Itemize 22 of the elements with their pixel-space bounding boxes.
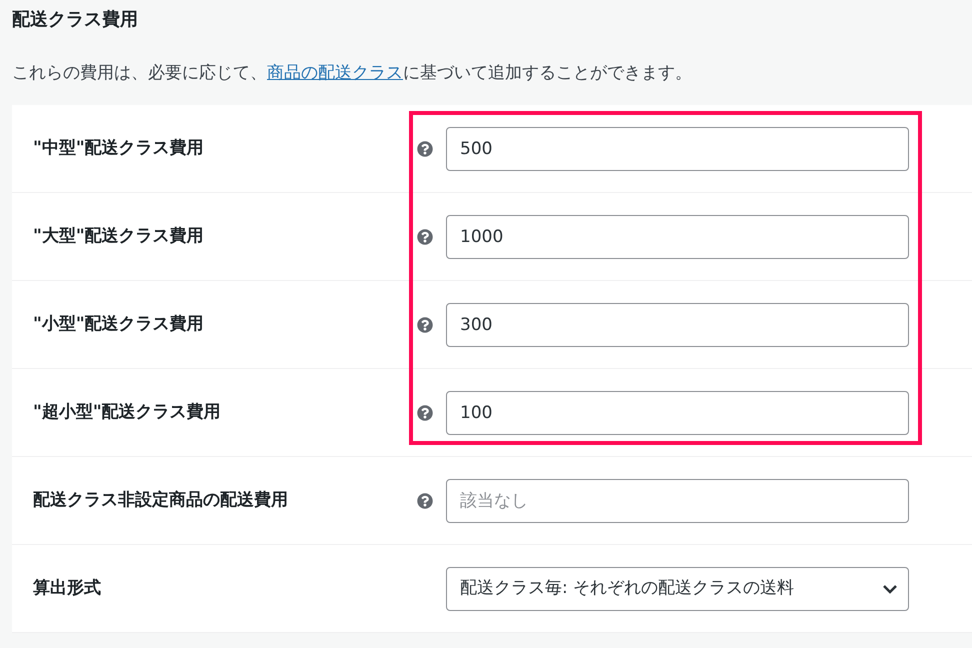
help-icon[interactable] — [417, 228, 433, 244]
field-label: 配送クラス非設定商品の配送費用 — [33, 488, 289, 512]
field-label: "超小型"配送クラス費用 — [33, 400, 222, 424]
input-field[interactable]: 500 — [446, 126, 909, 170]
description-text: これらの費用は、必要に応じて、商品の配送クラス に基づいて追加することができます。 — [11, 62, 693, 85]
select-field[interactable]: 配送クラス毎: それぞれの配送クラスの送料 — [446, 566, 909, 610]
chevron-down-icon — [882, 584, 898, 594]
section-title: 配送クラス費用 — [11, 8, 139, 32]
input-field[interactable]: 300 — [446, 302, 909, 346]
input-field[interactable]: 該当なし — [446, 478, 909, 522]
help-icon[interactable] — [417, 316, 433, 332]
input-field[interactable]: 100 — [446, 390, 909, 434]
field-label: "小型"配送クラス費用 — [33, 312, 205, 336]
input-field[interactable]: 1000 — [446, 214, 909, 258]
help-icon[interactable] — [417, 492, 433, 508]
select-value: 配送クラス毎: それぞれの配送クラスの送料 — [460, 576, 794, 600]
field-label: 算出形式 — [33, 576, 102, 600]
shipping-class-link[interactable]: 商品の配送クラス — [267, 63, 403, 83]
field-label: "中型"配送クラス費用 — [33, 136, 205, 160]
help-icon[interactable] — [417, 140, 433, 156]
help-icon[interactable] — [417, 404, 433, 420]
field-label: "大型"配送クラス費用 — [33, 224, 205, 248]
